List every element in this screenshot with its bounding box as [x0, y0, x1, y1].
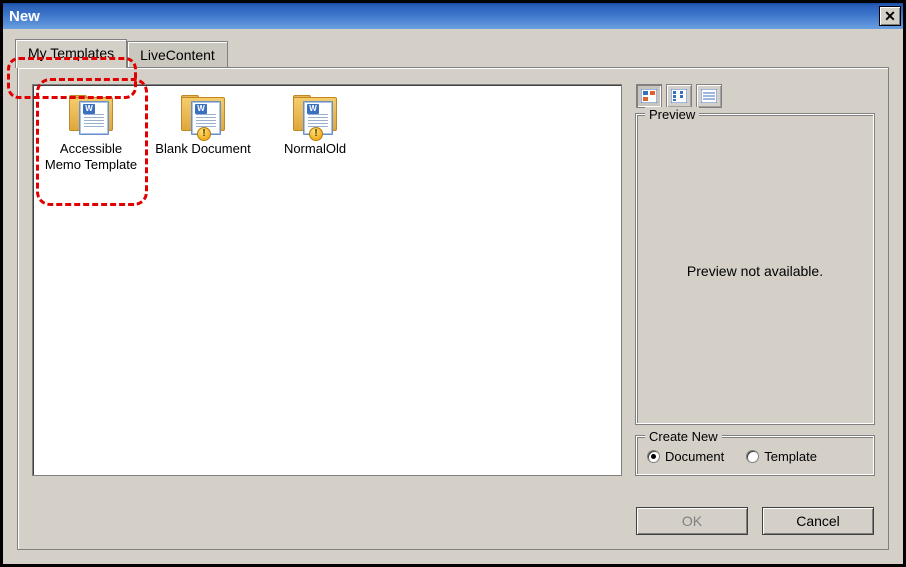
groupbox-title: Create New: [645, 429, 722, 444]
preview-message: Preview not available.: [687, 263, 823, 279]
dialog-buttons: OK Cancel: [32, 507, 874, 535]
large-icons-icon: [641, 89, 657, 103]
radio-indicator: [647, 450, 660, 463]
dialog-frame: New ✕ My Templates LiveContent: [0, 0, 906, 567]
window-title: New: [9, 8, 40, 25]
tab-panel: W Accessible Memo Template W ! Blank Doc…: [17, 67, 889, 550]
preview-groupbox: Preview Preview not available.: [636, 114, 874, 424]
groupbox-title: Preview: [645, 107, 699, 122]
template-item-blank-document[interactable]: W ! Blank Document: [153, 91, 253, 157]
tab-my-templates[interactable]: My Templates: [15, 39, 127, 68]
create-new-groupbox: Create New Document Template: [636, 436, 874, 475]
close-button[interactable]: ✕: [879, 6, 901, 26]
document-template-icon: W: [69, 95, 113, 139]
ok-button[interactable]: OK: [636, 507, 748, 535]
titlebar: New ✕: [3, 3, 903, 29]
view-list-button[interactable]: [666, 84, 692, 108]
radio-document[interactable]: Document: [647, 449, 724, 464]
radio-indicator: [746, 450, 759, 463]
dialog-body: My Templates LiveContent W Accessible: [3, 29, 903, 564]
details-icon: [701, 89, 717, 103]
template-item-normalold[interactable]: W ! NormalOld: [265, 91, 365, 157]
button-label: OK: [682, 513, 702, 529]
main-row: W Accessible Memo Template W ! Blank Doc…: [32, 84, 874, 495]
cancel-button[interactable]: Cancel: [762, 507, 874, 535]
document-template-icon: W !: [293, 95, 337, 139]
radio-label: Template: [764, 449, 817, 464]
tab-label: My Templates: [28, 45, 114, 61]
template-label: Accessible Memo Template: [41, 141, 141, 173]
list-icon: [671, 89, 687, 103]
tab-livecontent[interactable]: LiveContent: [127, 41, 228, 67]
close-icon: ✕: [884, 8, 896, 25]
view-mode-buttons: [636, 84, 874, 108]
view-large-icons-button[interactable]: [636, 84, 662, 108]
template-label: Blank Document: [155, 141, 250, 157]
right-column: Preview Preview not available. Create Ne…: [636, 84, 874, 495]
template-list[interactable]: W Accessible Memo Template W ! Blank Doc…: [32, 84, 622, 476]
view-details-button[interactable]: [696, 84, 722, 108]
button-label: Cancel: [796, 513, 840, 529]
tab-bar: My Templates LiveContent: [15, 39, 889, 67]
template-label: NormalOld: [284, 141, 346, 157]
template-item-accessible-memo[interactable]: W Accessible Memo Template: [41, 91, 141, 173]
document-template-icon: W !: [181, 95, 225, 139]
radio-label: Document: [665, 449, 724, 464]
tab-label: LiveContent: [140, 47, 215, 63]
radio-template[interactable]: Template: [746, 449, 817, 464]
